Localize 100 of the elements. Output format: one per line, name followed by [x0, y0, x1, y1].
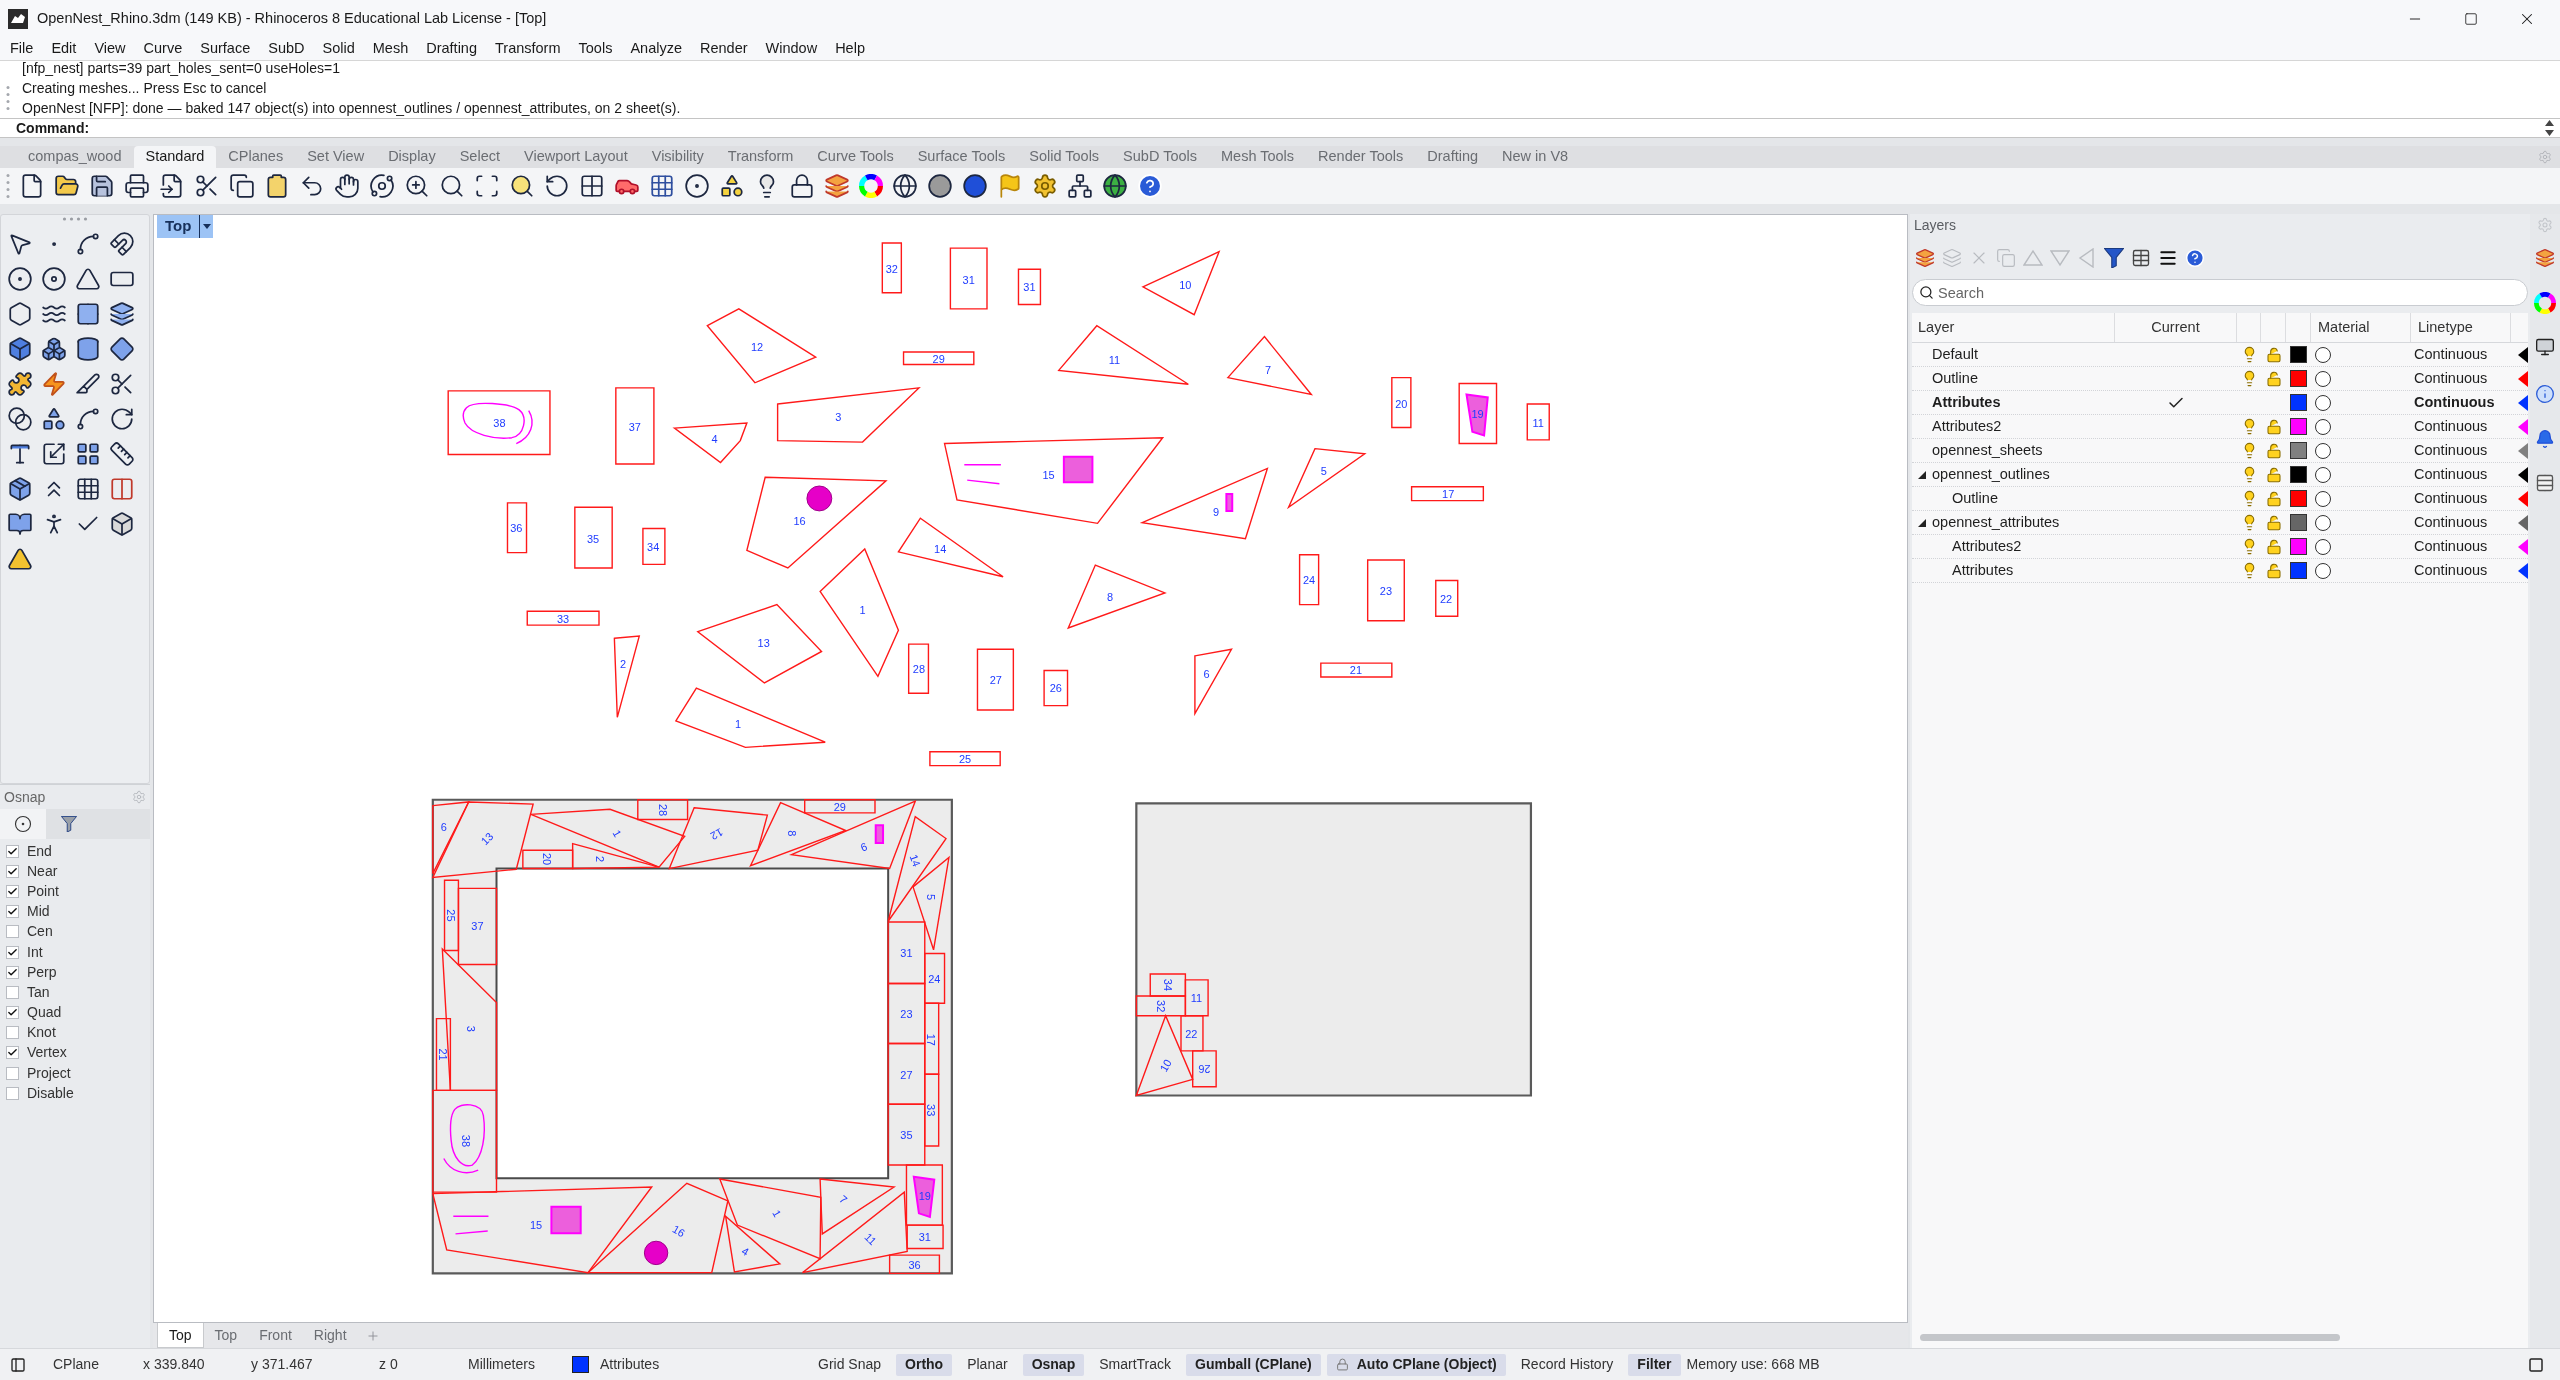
- toolbar-tab[interactable]: compas_wood: [16, 146, 134, 168]
- toolbar-tab[interactable]: Curve Tools: [805, 146, 906, 168]
- checkbox[interactable]: [6, 1086, 19, 1100]
- color-swatch[interactable]: [2290, 538, 2307, 555]
- search-field[interactable]: Search: [1912, 279, 2528, 306]
- menu-item[interactable]: View: [85, 38, 135, 60]
- spline-icon[interactable]: [75, 405, 101, 432]
- unlocked-icon[interactable]: [2265, 442, 2282, 459]
- grid-icon[interactable]: [649, 173, 675, 199]
- menu-item[interactable]: Solid: [313, 38, 364, 60]
- status-toggle[interactable]: Auto CPlane (Object): [1326, 1353, 1506, 1376]
- toolbar-tab[interactable]: Render Tools: [1306, 146, 1416, 168]
- menu-item[interactable]: SubD: [259, 38, 314, 60]
- scroll-arrows-icon[interactable]: [2545, 120, 2554, 136]
- copy-icon[interactable]: [229, 173, 255, 199]
- checkbox[interactable]: [6, 1026, 19, 1040]
- menu-item[interactable]: Analyze: [621, 38, 691, 60]
- spline-icon[interactable]: [75, 230, 101, 257]
- layer-name[interactable]: opennest_outlines: [1932, 463, 2050, 486]
- book-icon[interactable]: [7, 510, 33, 537]
- print-color-icon[interactable]: [2518, 394, 2528, 411]
- hand-icon[interactable]: [334, 173, 360, 199]
- expand-triangle-icon[interactable]: [1918, 470, 1926, 479]
- checkbox[interactable]: [6, 884, 19, 898]
- color-wheel-icon[interactable]: [2534, 292, 2556, 314]
- checkbox[interactable]: [6, 905, 19, 919]
- linetype-text[interactable]: Continuous: [2411, 343, 2511, 366]
- toolbar-tab[interactable]: Mesh Tools: [1209, 146, 1307, 168]
- menu-item[interactable]: Curve: [134, 38, 192, 60]
- disc-icon[interactable]: [41, 265, 67, 292]
- layers-icon[interactable]: [109, 300, 135, 327]
- monitor-icon[interactable]: [2535, 337, 2555, 357]
- lock-icon[interactable]: [789, 173, 815, 199]
- table-icon[interactable]: [2131, 248, 2151, 268]
- grip-icon[interactable]: [6, 85, 10, 111]
- menu-item[interactable]: Tools: [569, 38, 622, 60]
- zoom-in-icon[interactable]: [404, 173, 430, 199]
- expand-triangle-icon[interactable]: [1918, 518, 1926, 527]
- toolbar-tab[interactable]: Transform: [715, 146, 806, 168]
- globe-icon[interactable]: [892, 173, 918, 199]
- print-color-icon[interactable]: [2518, 418, 2528, 435]
- menu-item[interactable]: Window: [756, 38, 827, 60]
- menu-item[interactable]: File: [1, 38, 43, 60]
- layer-name[interactable]: Outline: [1952, 487, 1998, 510]
- menu-item[interactable]: Transform: [486, 38, 570, 60]
- file-icon[interactable]: [19, 173, 45, 199]
- unlocked-icon[interactable]: [2265, 562, 2282, 579]
- cylinder-icon[interactable]: [75, 335, 101, 362]
- menu-item[interactable]: Help: [826, 38, 874, 60]
- caret-icon[interactable]: [202, 224, 211, 229]
- orbit-icon[interactable]: [369, 173, 395, 199]
- status-toggle[interactable]: Ortho: [896, 1353, 953, 1376]
- sphere-icon[interactable]: [962, 173, 988, 199]
- file-import-icon[interactable]: [159, 173, 185, 199]
- menu-item[interactable]: Edit: [42, 38, 86, 60]
- folder-icon[interactable]: [54, 173, 80, 199]
- column-header[interactable]: Linetype: [2418, 316, 2473, 339]
- print-color-icon[interactable]: [2518, 442, 2528, 459]
- status-toggle[interactable]: Gumball (CPlane): [1186, 1353, 1321, 1376]
- magnifier-icon[interactable]: [439, 173, 465, 199]
- sphere-icon[interactable]: [927, 173, 953, 199]
- status-toggle[interactable]: Grid Snap: [809, 1353, 891, 1376]
- scale-icon[interactable]: [41, 440, 67, 467]
- hexagon-icon[interactable]: [7, 300, 33, 327]
- network-icon[interactable]: [1067, 173, 1093, 199]
- circle-dot-icon[interactable]: [7, 265, 33, 292]
- color-swatch[interactable]: [2290, 562, 2307, 579]
- color-swatch[interactable]: [2290, 466, 2307, 483]
- status-toggle[interactable]: Filter: [1628, 1353, 1681, 1376]
- toolbar-tab[interactable]: Visibility: [639, 146, 716, 168]
- menu-icon[interactable]: [2158, 248, 2178, 268]
- lightning-icon[interactable]: [41, 370, 67, 397]
- toolbar-tab[interactable]: Drafting: [1415, 146, 1491, 168]
- linetype-text[interactable]: Continuous: [2411, 535, 2511, 558]
- layer-name[interactable]: Attributes: [1932, 391, 2001, 414]
- layer-name[interactable]: opennest_sheets: [1932, 439, 2043, 462]
- print-color-icon[interactable]: [2518, 538, 2528, 555]
- linetype-text[interactable]: Continuous: [2411, 511, 2511, 534]
- checkbox[interactable]: [6, 925, 19, 939]
- columns-icon[interactable]: [109, 475, 135, 502]
- rotate-icon[interactable]: [544, 173, 570, 199]
- triangle-icon[interactable]: [75, 265, 101, 292]
- toolbar-tab[interactable]: Set View: [295, 146, 377, 168]
- puzzle-icon[interactable]: [7, 370, 33, 397]
- help-icon[interactable]: [1137, 173, 1163, 199]
- unlocked-icon[interactable]: [2265, 490, 2282, 507]
- color-swatch[interactable]: [2290, 490, 2307, 507]
- status-toggle[interactable]: Record History: [1511, 1353, 1623, 1376]
- column-header[interactable]: Layer: [1918, 316, 1955, 339]
- print-color-icon[interactable]: [2518, 370, 2528, 387]
- linetype-text[interactable]: Continuous: [2411, 367, 2511, 390]
- checkbox[interactable]: [6, 945, 19, 959]
- shapes-icon[interactable]: [41, 405, 67, 432]
- checkbox[interactable]: [6, 965, 19, 979]
- ruler-icon[interactable]: [109, 440, 135, 467]
- layer-name[interactable]: Default: [1932, 343, 1978, 366]
- rotate-icon[interactable]: [109, 405, 135, 432]
- help-icon[interactable]: [2185, 248, 2205, 268]
- print-color-icon[interactable]: [2518, 514, 2528, 531]
- layer-name[interactable]: Attributes2: [1932, 415, 2002, 438]
